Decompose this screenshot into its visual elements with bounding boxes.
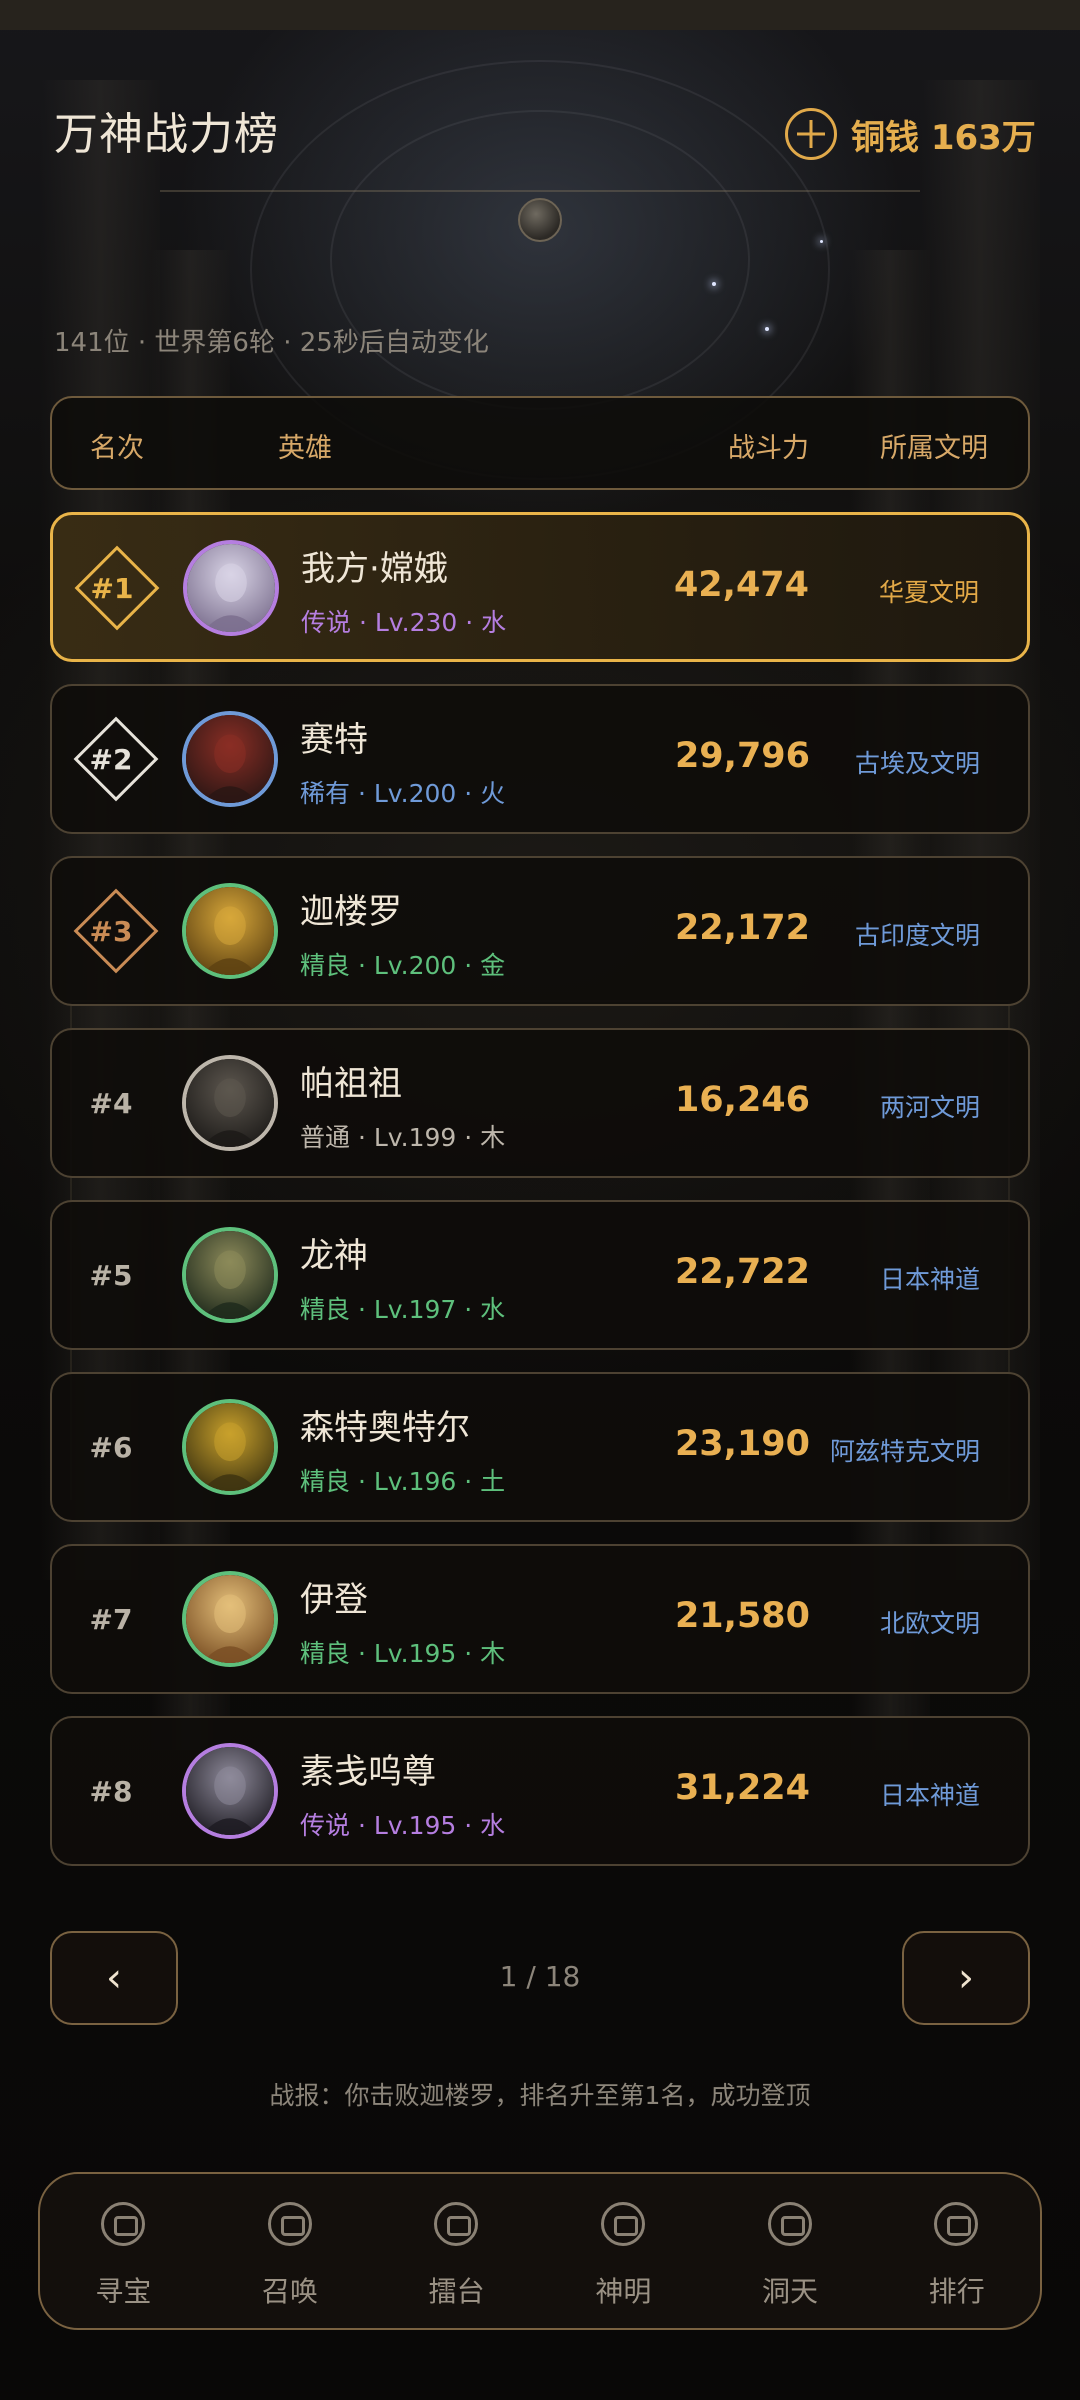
ranking-row[interactable]: #5 龙神 精良 · Lv.197 · 水 22,722 日本神道	[50, 1200, 1030, 1350]
previous-page-button[interactable]: ‹	[50, 1931, 178, 2025]
hero-avatar[interactable]	[182, 1571, 278, 1667]
battle-report-text: 战报：你击败迦楼罗，排名升至第1名，成功登顶	[269, 2081, 811, 2110]
civilization-label: 日本神道	[879, 1265, 980, 1294]
combat-power: 16,246	[674, 1080, 810, 1120]
nav-label: 擂台	[428, 2275, 485, 2308]
next-page-button[interactable]: ›	[902, 1931, 1030, 2025]
bottom-nav: 寻宝 召唤 擂台 神明 洞天 排行	[38, 2172, 1042, 2330]
hero-meta: 精良 · Lv.200 · 金	[300, 951, 506, 980]
rank-number: #7	[89, 1603, 133, 1636]
summon-icon	[267, 2202, 312, 2246]
hero-avatar[interactable]	[182, 1055, 278, 1151]
ranking-row[interactable]: #4 帕祖祖 普通 · Lv.199 · 木 16,246 两河文明	[50, 1028, 1030, 1178]
hero-name: 龙神	[300, 1236, 368, 1276]
hero-avatar[interactable]	[183, 540, 279, 636]
civilization-label: 日本神道	[879, 1781, 980, 1810]
rank-number: #6	[89, 1431, 133, 1464]
combat-power: 29,796	[674, 736, 810, 776]
hero-name: 帕祖祖	[300, 1064, 402, 1104]
nav-item-summon[interactable]: 召唤	[207, 2174, 374, 2328]
rank-number: #2	[89, 743, 133, 776]
nav-item-ranking[interactable]: 排行	[873, 2174, 1040, 2328]
civilization-label: 华夏文明	[878, 578, 979, 607]
civilization-label: 北欧文明	[879, 1609, 980, 1638]
combat-power: 22,172	[674, 908, 810, 948]
hero-meta: 传说 · Lv.230 · 水	[301, 608, 507, 637]
page-indicator: 1 / 18	[499, 1960, 581, 1993]
ranking-row[interactable]: #1 我方·嫦娥 传说 · Lv.230 · 水 42,474 华夏文明	[50, 512, 1030, 662]
background-star	[712, 282, 716, 286]
combat-power: 23,190	[674, 1424, 810, 1464]
table-header: 名次 英雄 战斗力 所属文明	[50, 396, 1030, 490]
ranking-row[interactable]: #3 迦楼罗 精良 · Lv.200 · 金 22,172 古印度文明	[50, 856, 1030, 1006]
ranking-list: #1 我方·嫦娥 传说 · Lv.230 · 水 42,474 华夏文明 #2 …	[50, 512, 1030, 1888]
combat-power: 42,474	[673, 565, 809, 605]
nav-label: 召唤	[262, 2275, 319, 2308]
arena-icon	[434, 2202, 479, 2246]
combat-power: 31,224	[674, 1768, 810, 1808]
background-line	[160, 190, 920, 192]
nav-item-treasure[interactable]: 寻宝	[40, 2174, 207, 2328]
hero-avatar[interactable]	[182, 1227, 278, 1323]
ranking-row[interactable]: #2 赛特 稀有 · Lv.200 · 火 29,796 古埃及文明	[50, 684, 1030, 834]
rank-number: #3	[89, 915, 133, 948]
hero-avatar[interactable]	[182, 711, 278, 807]
hero-meta: 普通 · Lv.199 · 木	[300, 1123, 506, 1152]
deity-icon	[601, 2202, 646, 2246]
column-header-power: 战斗力	[728, 433, 809, 464]
column-header-hero: 英雄	[278, 433, 332, 464]
currency-amount: 铜钱 163万	[851, 117, 1036, 158]
hero-meta: 精良 · Lv.197 · 水	[300, 1295, 506, 1324]
add-currency-button[interactable]	[785, 108, 837, 160]
hero-meta: 稀有 · Lv.200 · 火	[300, 779, 506, 808]
treasure-icon	[101, 2202, 145, 2246]
background-ring	[330, 110, 750, 410]
combat-power: 21,580	[674, 1596, 810, 1636]
cave-icon	[767, 2202, 812, 2246]
rank-number: #8	[89, 1775, 133, 1808]
hero-avatar[interactable]	[182, 883, 278, 979]
nav-item-deity[interactable]: 神明	[540, 2174, 707, 2328]
background-orb	[518, 198, 562, 242]
column-header-civilization: 所属文明	[880, 433, 988, 464]
nav-label: 神明	[595, 2275, 652, 2308]
hero-avatar[interactable]	[182, 1743, 278, 1839]
nav-label: 洞天	[762, 2275, 819, 2308]
ranking-row[interactable]: #8 素戋呜尊 传说 · Lv.195 · 水 31,224 日本神道	[50, 1716, 1030, 1866]
rank-number: #4	[89, 1087, 133, 1120]
nav-item-cave[interactable]: 洞天	[707, 2174, 874, 2328]
nav-label: 寻宝	[95, 2275, 152, 2308]
currency-display: 铜钱 163万	[785, 108, 1036, 160]
rank-number: #1	[90, 572, 134, 605]
hero-name: 我方·嫦娥	[301, 549, 448, 589]
nav-label: 排行	[928, 2275, 985, 2308]
nav-item-arena[interactable]: 擂台	[373, 2174, 540, 2328]
hero-avatar[interactable]	[182, 1399, 278, 1495]
civilization-label: 古印度文明	[854, 921, 980, 950]
ranking-row[interactable]: #6 森特奥特尔 精良 · Lv.196 · 土 23,190 阿兹特克文明	[50, 1372, 1030, 1522]
background-star	[765, 327, 769, 331]
civilization-label: 两河文明	[879, 1093, 980, 1122]
hero-name: 森特奥特尔	[300, 1408, 470, 1448]
status-bar	[0, 0, 1080, 30]
hero-name: 赛特	[300, 720, 368, 760]
column-header-rank: 名次	[90, 433, 144, 464]
background-star	[820, 240, 823, 243]
civilization-label: 阿兹特克文明	[829, 1437, 980, 1466]
page-title: 万神战力榜	[54, 109, 279, 160]
ranking-icon	[934, 2202, 979, 2246]
hero-meta: 传说 · Lv.195 · 水	[300, 1811, 506, 1840]
hero-name: 迦楼罗	[300, 892, 402, 932]
hero-meta: 精良 · Lv.195 · 木	[300, 1639, 506, 1668]
rank-number: #5	[89, 1259, 133, 1292]
ranking-status-text: 141位 · 世界第6轮 · 25秒后自动变化	[54, 328, 489, 358]
hero-meta: 精良 · Lv.196 · 土	[300, 1467, 506, 1496]
hero-name: 伊登	[300, 1580, 368, 1620]
hero-name: 素戋呜尊	[300, 1752, 436, 1792]
ranking-row[interactable]: #7 伊登 精良 · Lv.195 · 木 21,580 北欧文明	[50, 1544, 1030, 1694]
combat-power: 22,722	[674, 1252, 810, 1292]
civilization-label: 古埃及文明	[854, 749, 980, 778]
